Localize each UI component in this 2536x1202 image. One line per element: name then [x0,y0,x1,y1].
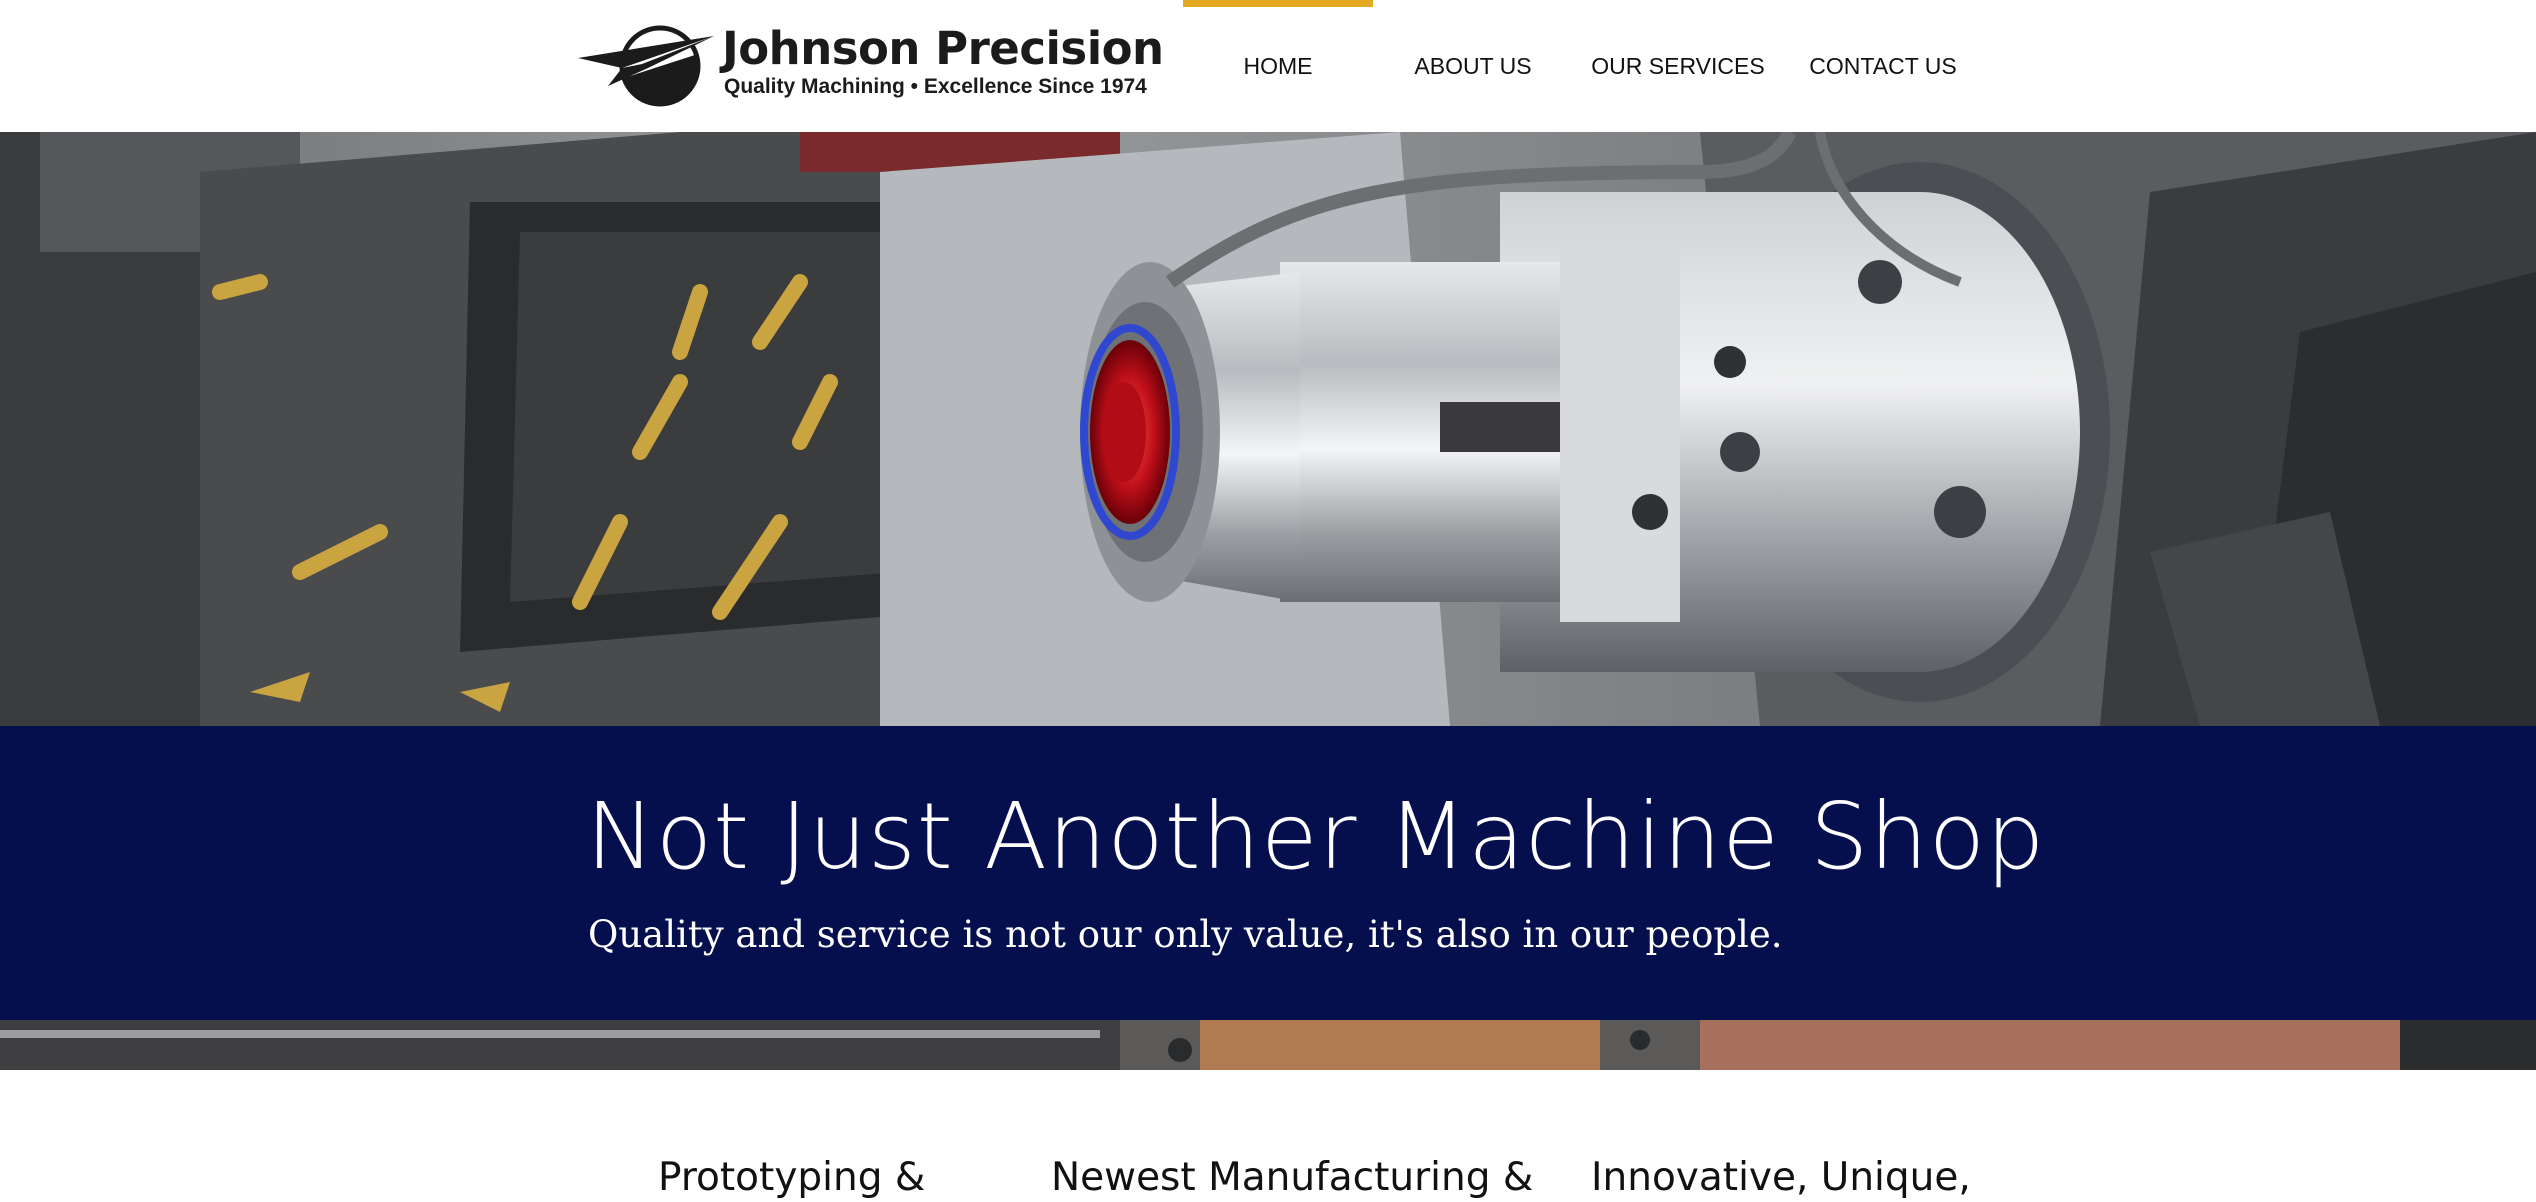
hero-image [0,132,2536,726]
nav-our-services[interactable]: OUR SERVICES [1573,0,1783,132]
logo-jet-icon [578,25,714,107]
machine-photo-strip [0,1020,2536,1070]
cnc-lathe-illustration [0,132,2536,726]
feature-title-innovative: Innovative, Unique, [1591,1155,1971,1200]
features-section: Prototyping & Newest Manufacturing & Inn… [0,1070,2536,1202]
logo-title: Johnson Precision [722,22,1164,75]
nav-home[interactable]: HOME [1183,0,1373,132]
logo-tagline: Quality Machining • Excellence Since 197… [724,75,1147,98]
site-header: Johnson Precision Quality Machining • Ex… [0,0,2536,132]
nav-about-us[interactable]: ABOUT US [1373,0,1573,132]
banner-subtitle: Quality and service is not our only valu… [588,913,1783,956]
feature-title-manufacturing: Newest Manufacturing & [1051,1155,1534,1200]
feature-title-prototyping: Prototyping & [658,1155,926,1200]
hero-image-bottom-strip [0,1020,2536,1070]
banner-title: Not Just Another Machine Shop [586,783,2046,890]
site-logo[interactable]: Johnson Precision Quality Machining • Ex… [578,22,1164,112]
hero-banner: Not Just Another Machine Shop Quality an… [0,726,2536,1020]
nav-contact-us[interactable]: CONTACT US [1783,0,1983,132]
